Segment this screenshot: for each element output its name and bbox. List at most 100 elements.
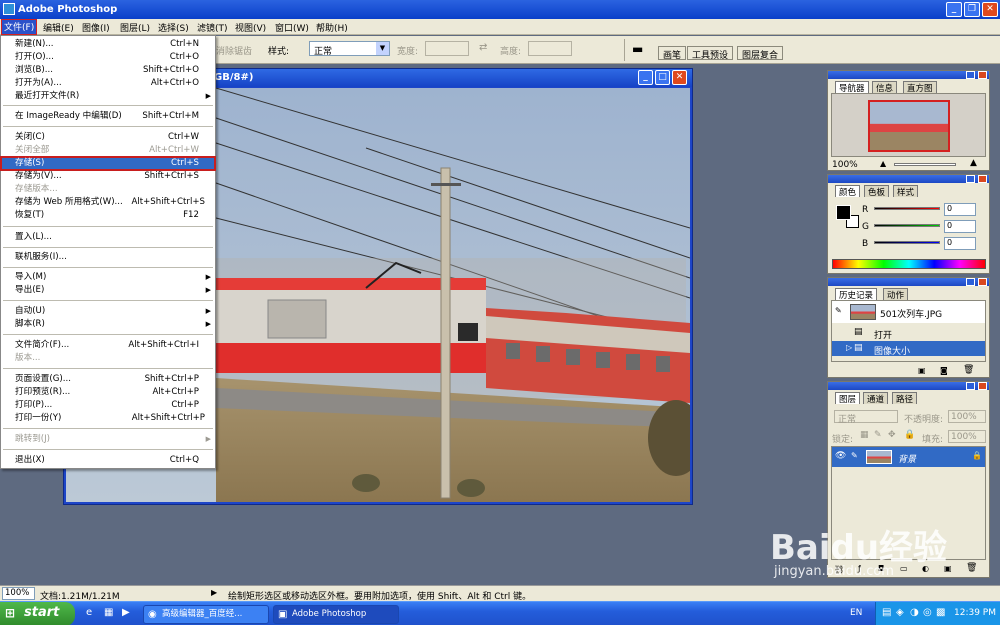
lock-position-icon[interactable]: ✥ [888, 430, 896, 440]
menu-item-edit-in-imageready[interactable]: 在 ImageReady 中编辑(D) Shift+Ctrl+M [1, 110, 215, 123]
start-button[interactable]: ⊞ start [0, 602, 75, 625]
menu-item-close[interactable]: 关闭(C) Ctrl+W [1, 131, 215, 144]
color-spectrum-ramp[interactable] [832, 259, 986, 269]
history-snapshot-row[interactable]: ✎ 501次列车.JPG [832, 301, 985, 323]
tab-navigator[interactable]: 导航器 [835, 81, 869, 94]
close-button[interactable]: ✕ [982, 2, 998, 17]
lock-transparency-icon[interactable]: ▦ [860, 430, 869, 440]
menu-item-revert[interactable]: 恢复(T) F12 [1, 209, 215, 222]
doc-minimize-button[interactable]: _ [638, 70, 653, 85]
green-value-input[interactable]: 0 [944, 220, 976, 233]
minimize-button[interactable]: _ [946, 2, 962, 17]
blue-value-input[interactable]: 0 [944, 237, 976, 250]
swap-icon[interactable]: ⇄ [479, 42, 487, 53]
panel-title-bar[interactable] [828, 382, 989, 390]
security-icon[interactable]: ◈ [896, 607, 904, 618]
menu-filter[interactable]: 滤镜(T) [197, 21, 228, 34]
panel-minimize-icon[interactable] [966, 175, 975, 183]
menu-file[interactable]: 文件(F) [0, 19, 38, 35]
eye-icon[interactable]: 👁 [835, 451, 846, 461]
zoom-field[interactable]: 100% [2, 587, 35, 600]
menu-item-print-preview[interactable]: 打印预览(R)... Alt+Ctrl+P [1, 386, 215, 399]
clock[interactable]: 12:39 PM [954, 608, 996, 618]
task-photoshop[interactable]: ▣ Adobe Photoshop [273, 605, 399, 624]
menu-item-place[interactable]: 置入(L)... [1, 231, 215, 244]
opacity-field[interactable]: 100% [948, 410, 986, 423]
menu-edit[interactable]: 编辑(E) [43, 21, 74, 34]
foreground-color-swatch[interactable] [836, 205, 851, 220]
tab-paths[interactable]: 路径 [892, 392, 918, 405]
new-snapshot-icon[interactable]: ◙ [940, 366, 948, 375]
menu-item-open-as[interactable]: 打开为(A)... Alt+Ctrl+O [1, 77, 215, 90]
menu-item-file-info[interactable]: 文件简介(F)... Alt+Shift+Ctrl+I [1, 339, 215, 352]
menu-item-online-services[interactable]: 联机服务(I)... [1, 251, 215, 264]
menu-item-save[interactable]: 存储(S) Ctrl+S [0, 156, 216, 171]
menu-item-print-one-copy[interactable]: 打印一份(Y) Alt+Shift+Ctrl+P [1, 412, 215, 425]
language-indicator[interactable]: EN [850, 608, 862, 618]
layer-row[interactable]: 👁 ✎ 背景 🔒 [832, 447, 985, 467]
style-select[interactable]: 正常 ▼ [309, 41, 390, 57]
tab-layer-comps[interactable]: 图层复合 [737, 46, 784, 61]
restore-button[interactable]: ❐ [964, 2, 980, 17]
zoom-slider[interactable] [894, 163, 956, 166]
menu-layer[interactable]: 图层(L) [120, 21, 150, 34]
panel-minimize-icon[interactable] [966, 278, 975, 286]
tab-history[interactable]: 历史记录 [835, 288, 878, 301]
lock-image-icon[interactable]: ✎ [874, 430, 882, 440]
brush-source-icon[interactable]: ✎ [835, 306, 842, 315]
menu-item-browse[interactable]: 浏览(B)... Shift+Ctrl+O [1, 64, 215, 77]
navigator-thumbnail[interactable] [868, 100, 950, 152]
tab-styles[interactable]: 样式 [893, 185, 919, 198]
zoom-out-icon[interactable]: ▲ [880, 159, 886, 168]
tab-tool-presets[interactable]: 工具预设 [687, 46, 734, 61]
history-pointer-icon[interactable]: ▷ [846, 343, 852, 352]
show-desktop-icon[interactable]: ▦ [104, 607, 113, 618]
panel-title-bar[interactable] [828, 175, 989, 183]
menu-item-exit[interactable]: 退出(X) Ctrl+Q [1, 454, 215, 467]
file-browser-icon[interactable]: ▬ [632, 42, 643, 56]
tab-color[interactable]: 颜色 [835, 185, 861, 198]
menu-view[interactable]: 视图(V) [235, 21, 266, 34]
history-state-row[interactable]: ▤ 打开 [832, 325, 985, 341]
tab-actions[interactable]: 动作 [883, 288, 909, 301]
chevron-down-icon[interactable]: ▼ [376, 42, 389, 55]
panel-close-icon[interactable] [978, 382, 987, 390]
panel-close-icon[interactable] [978, 71, 987, 79]
menu-item-automate[interactable]: 自动(U) ▶ [1, 305, 215, 318]
task-browser[interactable]: ◉ 高级编辑器_百度经... [143, 605, 269, 624]
red-value-input[interactable]: 0 [944, 203, 976, 216]
network-icon[interactable]: ▤ [882, 607, 891, 618]
adjustment-layer-icon[interactable]: ◐ [922, 564, 929, 573]
history-state-row[interactable]: ▷ ▤ 图像大小 [832, 341, 985, 357]
trash-icon[interactable]: 🗑 [963, 365, 974, 375]
fill-field[interactable]: 100% [948, 430, 986, 443]
tab-swatches[interactable]: 色板 [864, 185, 890, 198]
navigator-zoom-value[interactable]: 100% [832, 160, 858, 170]
media-player-icon[interactable]: ▶ [122, 607, 130, 618]
panel-minimize-icon[interactable] [966, 382, 975, 390]
new-layer-icon[interactable]: ▣ [944, 564, 952, 573]
tab-info[interactable]: 信息 [872, 81, 898, 94]
doc-close-button[interactable]: ✕ [672, 70, 687, 85]
green-slider[interactable] [874, 224, 940, 227]
ie-icon[interactable]: e [86, 607, 92, 618]
tab-channels[interactable]: 通道 [863, 392, 889, 405]
link-layers-icon[interactable]: ⛓ [834, 565, 844, 574]
menu-image[interactable]: 图像(I) [82, 21, 110, 34]
panel-title-bar[interactable] [828, 278, 989, 286]
tray-app-icon[interactable]: ▩ [936, 607, 945, 618]
height-field[interactable] [528, 41, 572, 56]
menu-item-save-as[interactable]: 存储为(V)... Shift+Ctrl+S [1, 170, 215, 183]
blend-mode-select[interactable]: 正常 [834, 410, 898, 425]
tray-app-icon[interactable]: ◎ [923, 607, 932, 618]
tab-layers[interactable]: 图层 [835, 392, 861, 405]
doc-maximize-button[interactable]: □ [655, 70, 670, 85]
trash-icon[interactable]: 🗑 [966, 563, 977, 573]
add-mask-icon[interactable]: ◘ [878, 564, 884, 573]
tab-histogram[interactable]: 直方图 [903, 81, 937, 94]
menu-item-print[interactable]: 打印(P)... Ctrl+P [1, 399, 215, 412]
panel-title-bar[interactable] [828, 71, 989, 79]
panel-close-icon[interactable] [978, 278, 987, 286]
menu-item-new[interactable]: 新建(N)... Ctrl+N [1, 38, 215, 51]
red-slider[interactable] [874, 207, 940, 210]
